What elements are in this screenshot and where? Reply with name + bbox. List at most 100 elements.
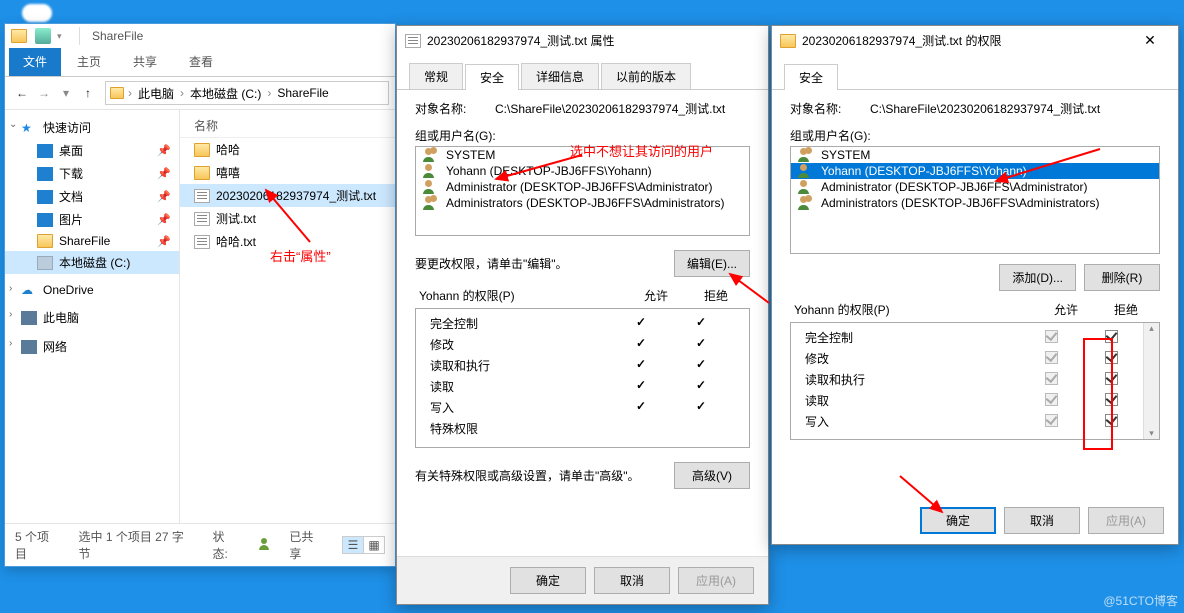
deny-checkbox[interactable] [1105, 372, 1118, 385]
tab-security[interactable]: 安全 [784, 64, 838, 90]
breadcrumb-seg[interactable]: 此电脑 [134, 83, 178, 104]
nav-onedrive[interactable]: ›☁OneDrive [5, 280, 179, 300]
nav-cdrive[interactable]: 本地磁盘 (C:) [5, 251, 179, 274]
pin-icon: 📌 [157, 144, 171, 157]
user-icon [797, 180, 815, 194]
tab-file[interactable]: 文件 [9, 48, 61, 76]
dialog-tabs: 常规 安全 详细信息 以前的版本 [397, 59, 768, 90]
dialog-titlebar[interactable]: 20230206182937974_测试.txt 属性 [397, 26, 768, 55]
allow-checkbox[interactable] [1045, 393, 1058, 406]
nav-pictures[interactable]: 图片📌 [5, 208, 179, 231]
users-listbox[interactable]: SYSTEM Yohann (DESKTOP-JBJ6FFS\Yohann) A… [790, 146, 1160, 254]
tab-view[interactable]: 查看 [173, 48, 229, 76]
tab-previous[interactable]: 以前的版本 [601, 63, 691, 89]
advanced-button[interactable]: 高级(V) [674, 462, 750, 489]
nav-quick-access[interactable]: ⌄★快速访问 [5, 116, 179, 139]
nav-forward-icon[interactable]: → [33, 86, 55, 100]
qat-icon[interactable] [35, 28, 51, 44]
nav-sharefile[interactable]: ShareFile📌 [5, 231, 179, 251]
list-item[interactable]: 哈哈 [180, 138, 395, 161]
allow-checkbox[interactable] [1045, 372, 1058, 385]
close-icon[interactable]: ✕ [1130, 32, 1170, 49]
file-list[interactable]: 名称 哈哈 嘻嘻 20230206182937974_测试.txt 测试.txt… [180, 110, 395, 523]
scrollbar[interactable] [1143, 323, 1159, 439]
object-name-value: C:\ShareFile\20230206182937974_测试.txt [870, 100, 1100, 117]
view-icons-icon[interactable]: ▦ [363, 536, 385, 554]
remove-button[interactable]: 删除(R) [1084, 264, 1160, 291]
tab-details[interactable]: 详细信息 [521, 63, 599, 89]
folder-icon [11, 29, 27, 43]
check-icon [611, 336, 671, 353]
list-item[interactable]: 测试.txt [180, 207, 395, 230]
check-icon [611, 399, 671, 416]
deny-checkbox[interactable] [1105, 330, 1118, 343]
user-yohann[interactable]: Yohann (DESKTOP-JBJ6FFS\Yohann) [416, 163, 749, 179]
user-administrator[interactable]: Administrator (DESKTOP-JBJ6FFS\Administr… [791, 179, 1159, 195]
user-administrators[interactable]: Administrators (DESKTOP-JBJ6FFS\Administ… [791, 195, 1159, 211]
apply-button[interactable]: 应用(A) [1088, 507, 1164, 534]
tab-home[interactable]: 主页 [61, 48, 117, 76]
deny-header: 拒绝 [686, 287, 746, 304]
column-header[interactable]: 名称 [180, 114, 395, 138]
status-bar: 5 个项目 选中 1 个项目 27 字节 状态: 已共享 ☰ ▦ [5, 523, 395, 566]
ok-button[interactable]: 确定 [920, 507, 996, 534]
explorer-titlebar[interactable]: ShareFile [5, 24, 395, 48]
allow-checkbox[interactable] [1045, 414, 1058, 427]
user-yohann[interactable]: Yohann (DESKTOP-JBJ6FFS\Yohann) [791, 163, 1159, 179]
edit-hint: 要更改权限，请单击"编辑"。 [415, 255, 666, 272]
user-administrator[interactable]: Administrator (DESKTOP-JBJ6FFS\Administr… [416, 179, 749, 195]
nav-documents[interactable]: 文档📌 [5, 185, 179, 208]
status-state-value: 已共享 [289, 528, 325, 562]
deny-checkbox[interactable] [1105, 414, 1118, 427]
allow-checkbox[interactable] [1045, 351, 1058, 364]
list-item[interactable]: 20230206182937974_测试.txt [180, 184, 395, 207]
view-details-icon[interactable]: ☰ [342, 536, 364, 554]
qat-dropdown-icon[interactable] [55, 28, 71, 44]
permissions-label: Yohann 的权限(P) [794, 301, 1036, 318]
breadcrumb-seg[interactable]: 本地磁盘 (C:) [186, 83, 265, 104]
annotation-text: 选中不想让其访问的用户 [570, 141, 713, 160]
add-button[interactable]: 添加(D)... [999, 264, 1076, 291]
allow-checkbox[interactable] [1045, 330, 1058, 343]
nav-back-icon[interactable]: ← [11, 86, 33, 100]
deny-checkbox[interactable] [1105, 351, 1118, 364]
tab-security[interactable]: 安全 [465, 64, 519, 90]
cancel-button[interactable]: 取消 [1004, 507, 1080, 534]
status-selected: 选中 1 个项目 27 字节 [79, 528, 195, 562]
check-icon [671, 378, 731, 395]
ribbon-tabs: 文件 主页 共享 查看 [5, 48, 395, 77]
text-file-icon [194, 212, 210, 226]
dialog-title: 20230206182937974_测试.txt 的权限 [802, 32, 1001, 49]
nav-up-icon[interactable]: ↑ [77, 86, 99, 100]
deny-checkbox[interactable] [1105, 393, 1118, 406]
dialog-button-row: 确定 取消 应用(A) [772, 497, 1178, 544]
user-system[interactable]: SYSTEM [791, 147, 1159, 163]
nav-network[interactable]: ›网络 [5, 335, 179, 358]
apply-button[interactable]: 应用(A) [678, 567, 754, 594]
text-file-icon [405, 34, 421, 48]
advanced-hint: 有关特殊权限或高级设置，请单击"高级"。 [415, 467, 666, 484]
nav-desktop[interactable]: 桌面📌 [5, 139, 179, 162]
tab-share[interactable]: 共享 [117, 48, 173, 76]
group-icon [797, 196, 815, 210]
check-icon [611, 357, 671, 374]
navigation-pane[interactable]: ⌄★快速访问 桌面📌 下载📌 文档📌 图片📌 ShareFile📌 本地磁盘 (… [5, 110, 180, 523]
breadcrumb[interactable]: › 此电脑 › 本地磁盘 (C:) › ShareFile [105, 81, 389, 105]
dialog-titlebar[interactable]: 20230206182937974_测试.txt 的权限 ✕ [772, 26, 1178, 55]
folder-icon [194, 166, 210, 180]
ok-button[interactable]: 确定 [510, 567, 586, 594]
edit-button[interactable]: 编辑(E)... [674, 250, 750, 277]
user-administrators[interactable]: Administrators (DESKTOP-JBJ6FFS\Administ… [416, 195, 749, 211]
nav-recent-icon[interactable]: ▾ [55, 86, 77, 100]
breadcrumb-seg[interactable]: ShareFile [273, 84, 332, 102]
nav-thispc[interactable]: ›此电脑 [5, 306, 179, 329]
folder-icon [194, 143, 210, 157]
dialog-title: 20230206182937974_测试.txt 属性 [427, 32, 614, 49]
object-name-value: C:\ShareFile\20230206182937974_测试.txt [495, 100, 725, 117]
properties-dialog: 20230206182937974_测试.txt 属性 常规 安全 详细信息 以… [396, 25, 769, 605]
nav-downloads[interactable]: 下载📌 [5, 162, 179, 185]
list-item[interactable]: 嘻嘻 [180, 161, 395, 184]
cancel-button[interactable]: 取消 [594, 567, 670, 594]
allow-header: 允许 [1036, 301, 1096, 318]
tab-general[interactable]: 常规 [409, 63, 463, 89]
